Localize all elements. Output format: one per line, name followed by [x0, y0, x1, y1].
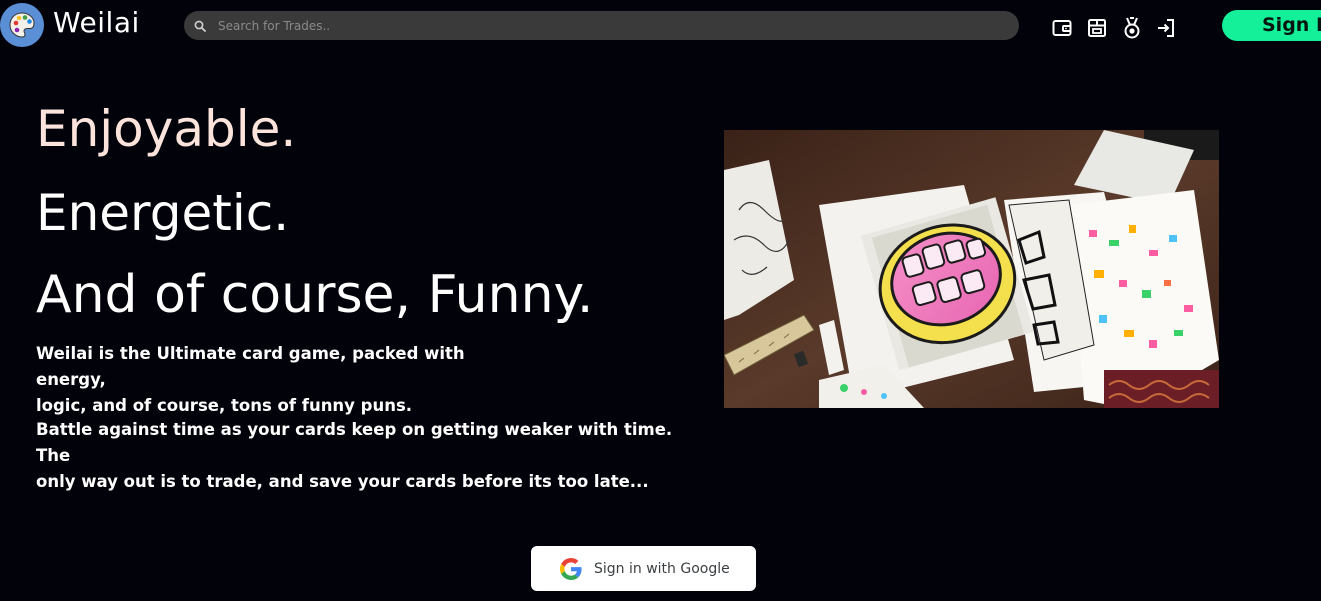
search-icon — [194, 20, 206, 32]
battle-line-2: only way out is to trade, and save your … — [36, 472, 649, 491]
google-signin-label: Sign in with Google — [594, 560, 730, 577]
headline-funny: And of course, Funny. — [36, 265, 594, 325]
store-icon[interactable] — [1086, 17, 1108, 39]
wallet-icon[interactable] — [1051, 17, 1073, 39]
intro-paragraph: Weilai is the Ultimate card game, packed… — [36, 341, 536, 419]
brand-name[interactable]: Weilai — [53, 6, 140, 39]
search-input[interactable] — [216, 17, 1000, 34]
intro-line-1: Weilai is the Ultimate card game, packed… — [36, 344, 465, 389]
google-g-icon — [560, 557, 582, 580]
login-icon[interactable] — [1155, 17, 1177, 39]
top-navbar: Weilai Search for Trades.. Sign I — [0, 0, 1321, 50]
sign-in-button[interactable]: Sign In — [1222, 10, 1321, 41]
hero-image — [724, 130, 1219, 408]
search-bar[interactable] — [184, 11, 1019, 40]
battle-line-1: Battle against time as your cards keep o… — [36, 420, 673, 465]
battle-paragraph: Battle against time as your cards keep o… — [36, 417, 686, 495]
palette-logo-icon[interactable] — [0, 3, 44, 47]
headline-energetic: Energetic. — [36, 184, 290, 242]
intro-line-2: logic, and of course, tons of funny puns… — [36, 396, 413, 415]
headline-enjoyable: Enjoyable. — [36, 100, 297, 158]
google-signin-button[interactable]: Sign in with Google — [531, 546, 756, 591]
medal-icon[interactable] — [1121, 17, 1143, 39]
